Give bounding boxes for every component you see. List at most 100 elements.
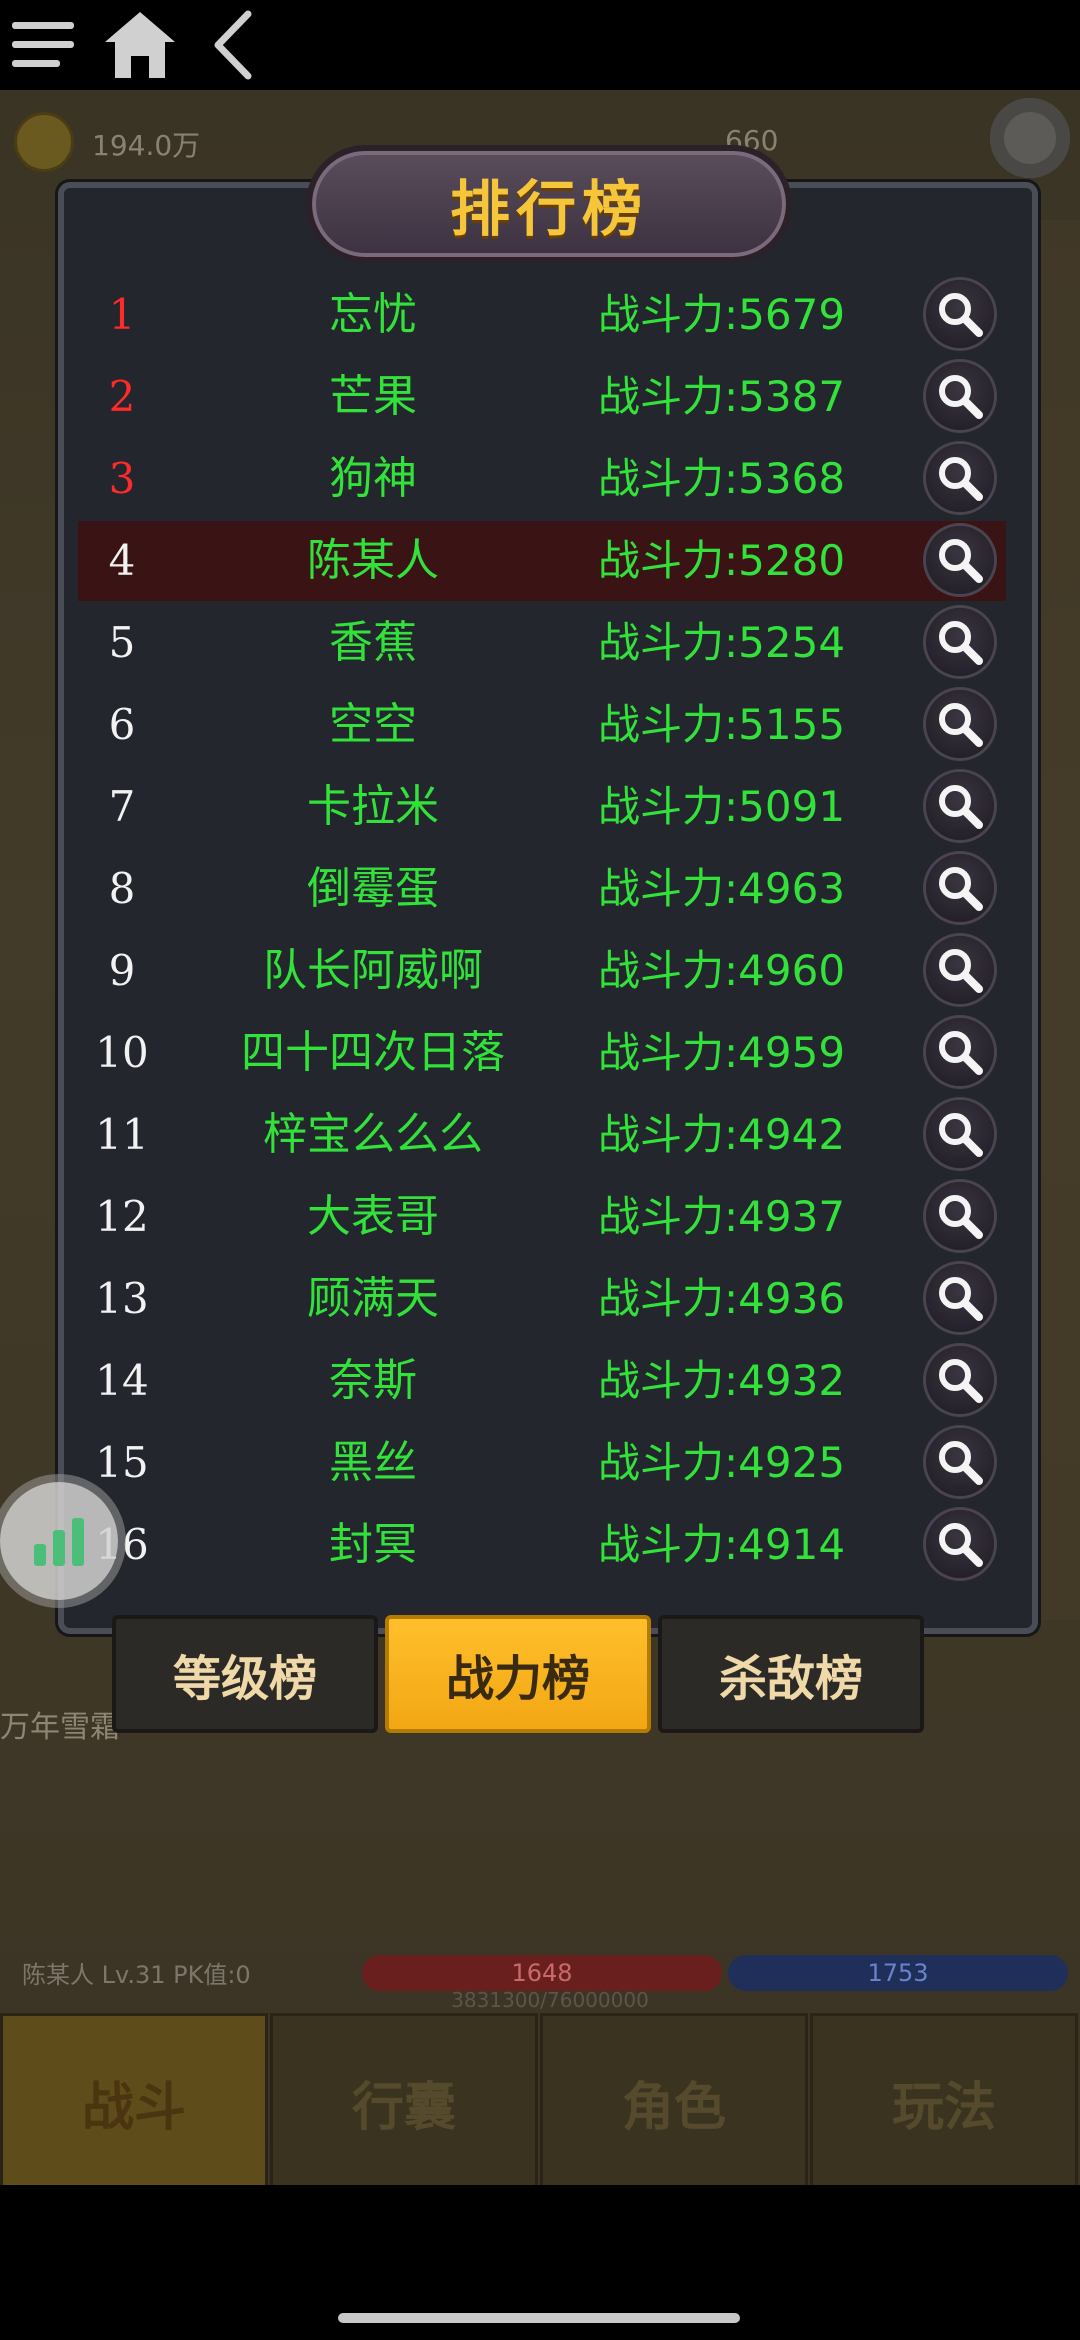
player-name: 忘忧 [329,289,417,340]
rank-row: 2 芒果 战斗力:5387 [78,357,1006,437]
player-name: 芒果 [329,371,417,422]
combat-power: 战斗力:5155 [598,700,846,749]
search-button[interactable] [926,854,994,922]
rank-number: 10 [95,1028,149,1077]
combat-power: 战斗力:4914 [598,1520,846,1569]
player-name: 倒霉蛋 [307,863,439,914]
search-button[interactable] [926,1018,994,1086]
search-icon [939,1523,983,1567]
floating-widget[interactable] [0,1482,118,1600]
player-name: 陈某人 [307,535,439,586]
rank-row: 9 队长阿威啊 战斗力:4960 [78,931,1006,1011]
search-icon [939,1359,983,1403]
gold-coin-icon [14,112,74,172]
rank-number: 7 [108,782,136,831]
combat-power: 战斗力:4936 [598,1274,846,1323]
search-button[interactable] [926,526,994,594]
rank-number: 5 [108,618,136,667]
nav-label: 战斗 [81,2076,186,2138]
chat-line: 万年雪霜 [0,1710,120,1745]
search-button[interactable] [926,1510,994,1578]
combat-power: 战斗力:4932 [598,1356,846,1405]
search-button[interactable] [926,608,994,676]
tab-power-rank[interactable]: 战力榜 [385,1615,651,1733]
combat-power: 战斗力:5679 [598,290,846,339]
search-icon [939,1441,983,1485]
player-name: 香蕉 [329,617,417,668]
gear-icon[interactable] [990,98,1070,178]
search-button[interactable] [926,1428,994,1496]
rank-row: 16 封冥 战斗力:4914 [78,1505,1006,1585]
search-button[interactable] [926,936,994,1004]
player-name: 梓宝么么么 [263,1109,483,1160]
tab-kill-rank[interactable]: 杀敌榜 [658,1615,924,1733]
search-button[interactable] [926,1264,994,1332]
exp-value: 3831300/76000000 [451,1988,649,2012]
rank-row: 3 狗神 战斗力:5368 [78,439,1006,519]
search-icon [939,375,983,419]
search-button[interactable] [926,690,994,758]
rank-row: 1 忘忧 战斗力:5679 [78,275,1006,355]
nav-bag[interactable]: 行囊 [270,2013,538,2191]
player-name: 卡拉米 [307,781,439,832]
player-name: 封冥 [329,1519,417,1570]
nav-character[interactable]: 角色 [540,2013,808,2191]
nav-label: 角色 [621,2076,726,2138]
rank-row: 11 梓宝么么么 战斗力:4942 [78,1095,1006,1175]
search-button[interactable] [926,280,994,348]
tab-label: 杀敌榜 [718,1651,863,1707]
rank-list[interactable]: 1 忘忧 战斗力:5679 2 芒果 战斗力:5387 3 狗神 战斗力:5368 4 陈某人 战斗力… [78,275,1006,1605]
search-icon [939,949,983,993]
modal-title: 排行榜 [450,174,648,245]
rank-number: 12 [95,1192,149,1241]
mp-value: 1753 [867,1959,929,1987]
home-icon[interactable] [95,0,185,90]
combat-power: 战斗力:5254 [598,618,846,667]
rank-row: 7 卡拉米 战斗力:5091 [78,767,1006,847]
search-icon [939,1195,983,1239]
search-icon [939,621,983,665]
nav-gameplay[interactable]: 玩法 [810,2013,1078,2191]
search-button[interactable] [926,1182,994,1250]
rank-row: 6 空空 战斗力:5155 [78,685,1006,765]
rank-number: 2 [108,372,136,421]
combat-power: 战斗力:4937 [598,1192,846,1241]
rank-number: 6 [108,700,136,749]
tab-label: 等级榜 [172,1651,317,1707]
tab-level-rank[interactable]: 等级榜 [112,1615,378,1733]
back-icon[interactable] [190,0,280,90]
search-button[interactable] [926,1100,994,1168]
rank-row: 12 大表哥 战斗力:4937 [78,1177,1006,1257]
rank-row: 8 倒霉蛋 战斗力:4963 [78,849,1006,929]
player-name: 四十四次日落 [241,1027,505,1078]
rank-row: 13 顾满天 战斗力:4936 [78,1259,1006,1339]
combat-power: 战斗力:5280 [598,536,846,585]
combat-power: 战斗力:4925 [598,1438,846,1487]
search-button[interactable] [926,362,994,430]
player-name: 空空 [329,699,417,750]
rank-row: 14 奈斯 战斗力:4932 [78,1341,1006,1421]
combat-power: 战斗力:5387 [598,372,846,421]
menu-icon[interactable] [0,0,90,90]
bar-chart-icon [34,1518,84,1566]
tab-label: 战力榜 [445,1651,590,1707]
rank-row: 4 陈某人 战斗力:5280 [78,521,1006,601]
rank-number: 9 [108,946,136,995]
search-button[interactable] [926,1346,994,1414]
player-status: 陈某人 Lv.31 PK值:0 [22,1961,251,1989]
hp-value: 1648 [511,1959,573,1987]
rank-row: 10 四十四次日落 战斗力:4959 [78,1013,1006,1093]
rank-number: 4 [108,536,136,585]
rank-row: 5 香蕉 战斗力:5254 [78,603,1006,683]
rank-number: 14 [95,1356,149,1405]
search-icon [939,785,983,829]
nav-battle[interactable]: 战斗 [0,2013,268,2191]
search-button[interactable] [926,772,994,840]
search-icon [939,1031,983,1075]
player-name: 队长阿威啊 [263,945,483,996]
combat-power: 战斗力:5091 [598,782,846,831]
search-button[interactable] [926,444,994,512]
nav-label: 行囊 [351,2076,456,2138]
search-icon [939,867,983,911]
rank-row: 15 黑丝 战斗力:4925 [78,1423,1006,1503]
